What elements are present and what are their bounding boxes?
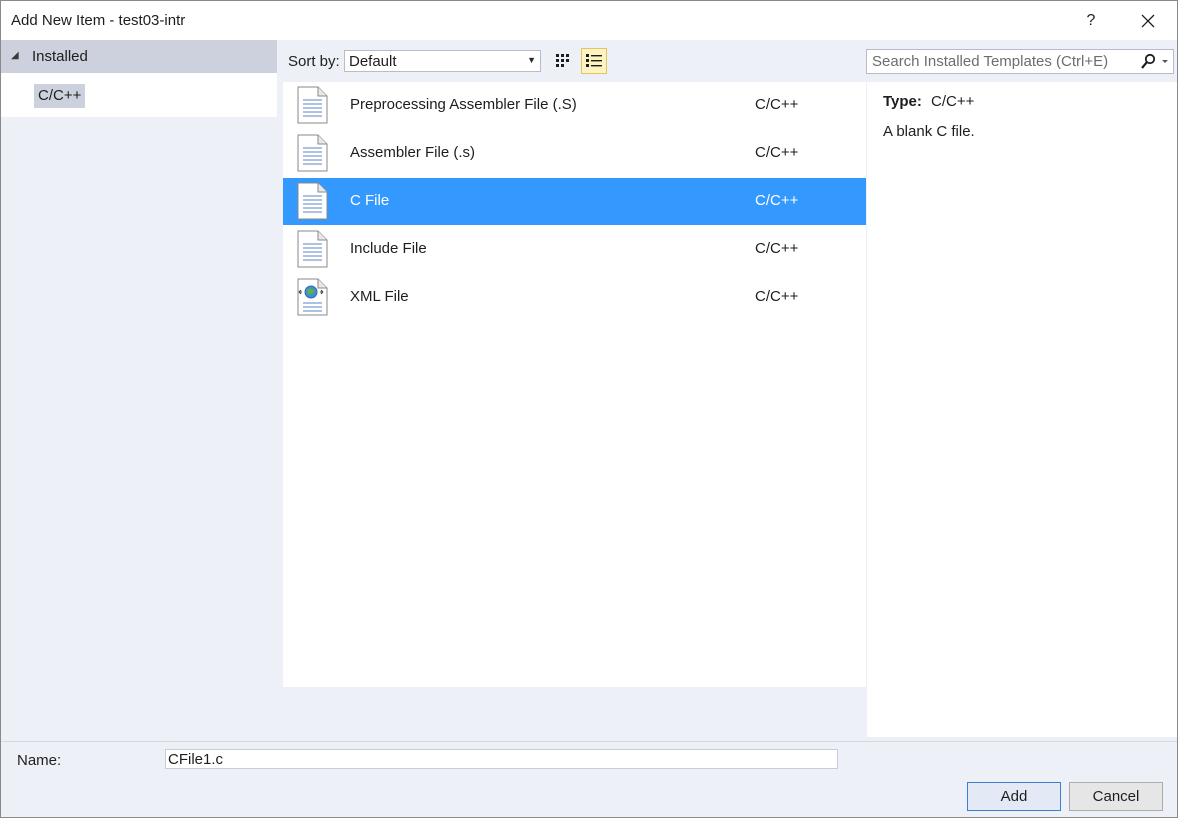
- template-details-panel: Type: C/C++ A blank C file.: [867, 82, 1177, 737]
- template-description: A blank C file.: [883, 123, 975, 140]
- add-button[interactable]: Add: [967, 782, 1061, 811]
- template-name: Preprocessing Assembler File (.S): [350, 96, 577, 113]
- help-icon: ?: [1086, 12, 1096, 29]
- template-language: C/C++: [755, 240, 799, 257]
- search-box: [866, 49, 1174, 74]
- name-label: Name:: [17, 752, 62, 769]
- search-icon: [1141, 53, 1168, 69]
- template-name: Assembler File (.s): [350, 144, 476, 161]
- template-row[interactable]: Include File C/C++: [283, 226, 866, 273]
- help-button[interactable]: ?: [1071, 5, 1111, 37]
- template-language: C/C++: [755, 288, 799, 305]
- footer: Name: Add Cancel: [1, 741, 1177, 817]
- sort-by-dropdown[interactable]: Default ▼: [344, 50, 541, 72]
- title-bar: Add New Item - test03-intr ?: [1, 1, 1177, 40]
- medium-icons-view-button[interactable]: [550, 48, 576, 74]
- tree-children: C/C++: [1, 73, 277, 117]
- template-row[interactable]: Assembler File (.s) C/C++: [283, 130, 866, 177]
- cancel-button[interactable]: Cancel: [1069, 782, 1163, 811]
- sort-by-value: Default: [349, 53, 397, 70]
- type-label: Type:: [883, 93, 922, 110]
- type-value: C/C++: [931, 93, 975, 110]
- window-title: Add New Item - test03-intr: [11, 12, 186, 29]
- grid-view-icon: [556, 54, 569, 67]
- name-field[interactable]: [165, 749, 838, 769]
- xml-file-icon: [297, 278, 328, 316]
- template-language: C/C++: [755, 192, 799, 209]
- template-row[interactable]: Preprocessing Assembler File (.S) C/C++: [283, 82, 866, 129]
- document-icon: [297, 134, 328, 172]
- close-button[interactable]: [1128, 5, 1168, 37]
- sort-by-label: Sort by:: [288, 53, 340, 70]
- close-icon: [1141, 14, 1155, 28]
- template-row-selected[interactable]: C File C/C++: [283, 178, 866, 225]
- chevron-down-icon: ▼: [527, 55, 536, 65]
- template-row[interactable]: XML File C/C++: [283, 274, 866, 321]
- search-button[interactable]: [1138, 53, 1172, 71]
- document-icon: [297, 230, 328, 268]
- tree-node-installed[interactable]: ◢ Installed: [1, 40, 277, 73]
- template-language: C/C++: [755, 144, 799, 161]
- template-list: Preprocessing Assembler File (.S) C/C++ …: [283, 82, 866, 687]
- list-view-button[interactable]: [581, 48, 607, 74]
- template-language: C/C++: [755, 96, 799, 113]
- tree-item-cpp[interactable]: C/C++: [34, 84, 86, 108]
- template-category-tree: ◢ Installed C/C++: [1, 40, 277, 740]
- template-name: Include File: [350, 240, 427, 257]
- search-input[interactable]: [872, 51, 1132, 71]
- document-icon: [297, 86, 328, 124]
- template-name: C File: [350, 192, 390, 209]
- list-view-icon: [586, 54, 602, 67]
- template-name: XML File: [350, 288, 409, 305]
- add-new-item-dialog: Add New Item - test03-intr ? ◢ Installed…: [0, 0, 1178, 818]
- tree-item-label: C/C++: [38, 87, 82, 104]
- tree-node-label: Installed: [32, 48, 88, 65]
- document-icon: [297, 182, 328, 220]
- expand-arrow-icon[interactable]: ◢: [11, 50, 19, 61]
